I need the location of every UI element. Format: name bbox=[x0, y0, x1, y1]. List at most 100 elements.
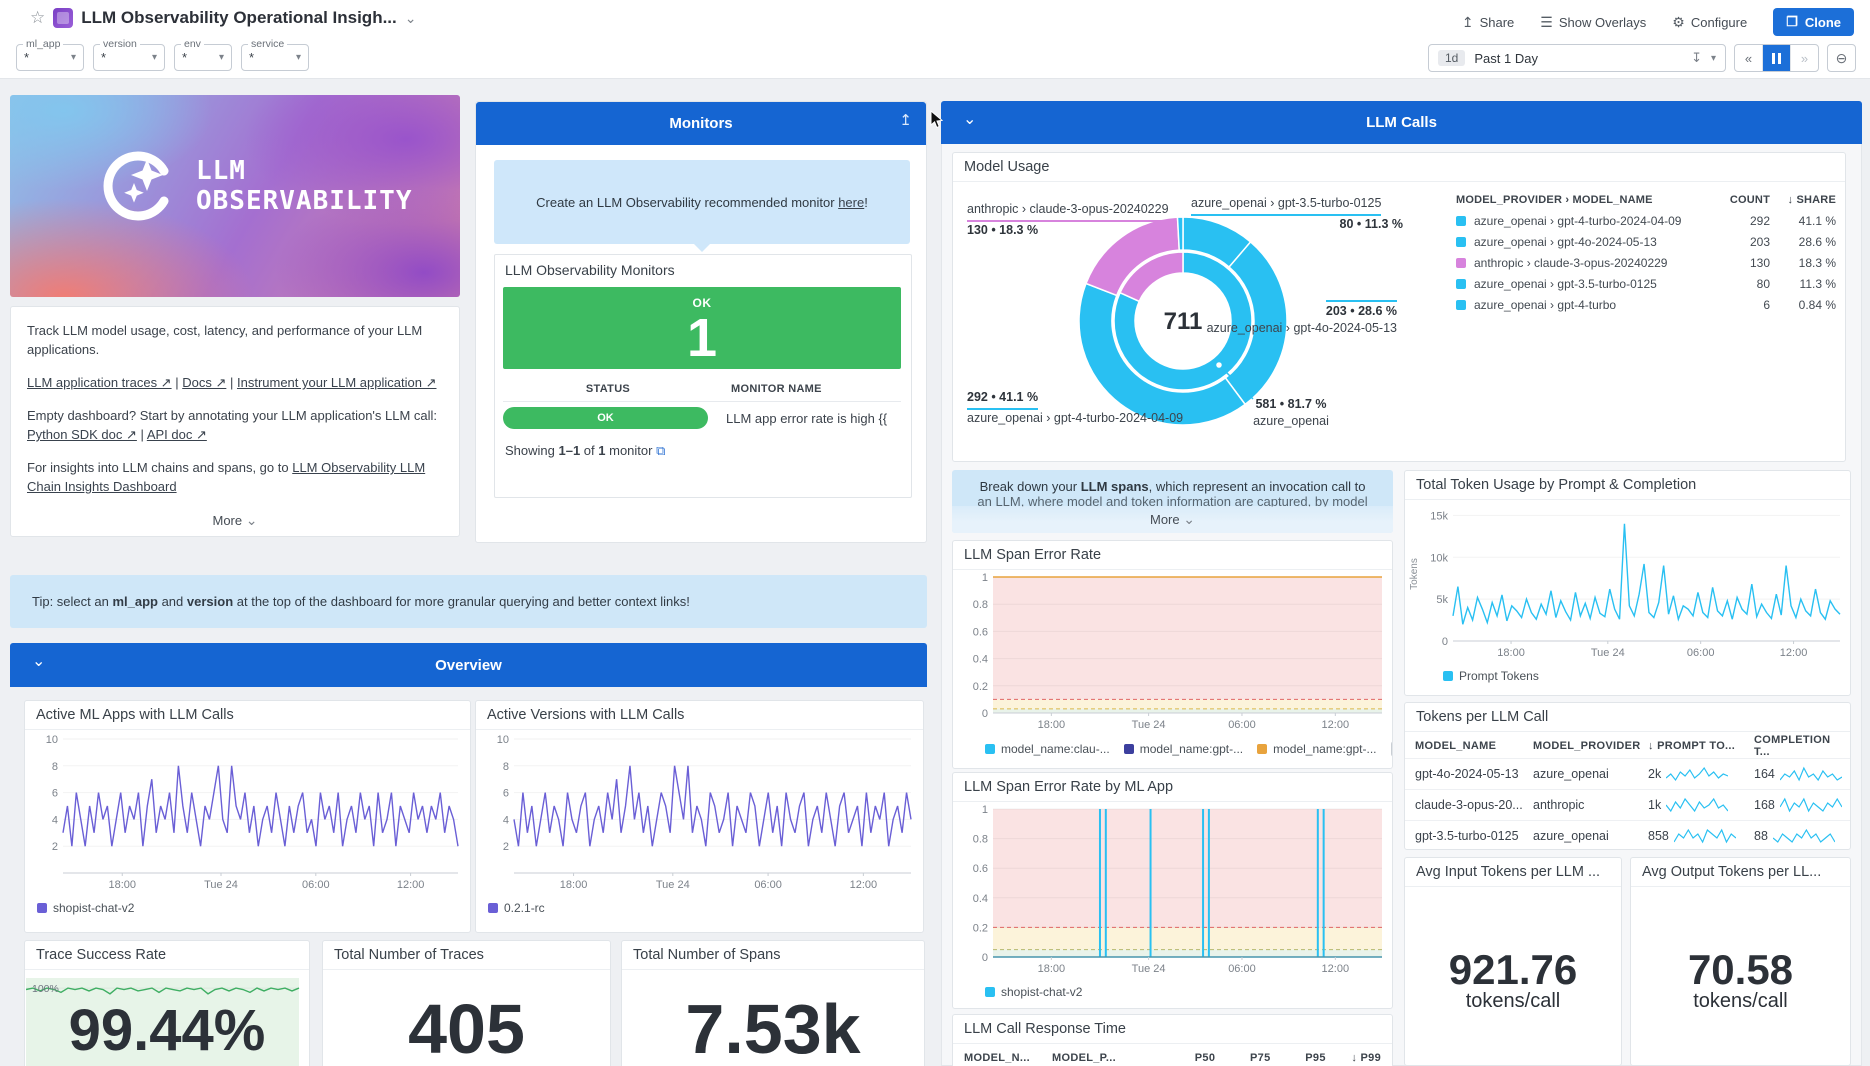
legend-swatch bbox=[1124, 744, 1134, 754]
svg-text:06:00: 06:00 bbox=[754, 879, 782, 891]
sparkline bbox=[1780, 766, 1842, 782]
widget-title: Total Number of Spans bbox=[622, 941, 924, 970]
widget-title: Active Versions with LLM Calls bbox=[476, 701, 923, 730]
monitor-name[interactable]: LLM app error rate is high {{ bbox=[708, 411, 887, 426]
svg-text:0.8: 0.8 bbox=[973, 599, 988, 611]
banner-more-button[interactable]: More ⌄ bbox=[952, 506, 1393, 533]
svg-text:06:00: 06:00 bbox=[1687, 647, 1715, 659]
about-card: Track LLM model usage, cost, latency, an… bbox=[10, 306, 460, 537]
table-row[interactable]: gpt-4o-2024-05-13 azure_openai 2k 164 bbox=[1405, 758, 1850, 789]
svg-text:12:00: 12:00 bbox=[850, 879, 878, 891]
table-row[interactable]: claude-3-opus-20... anthropic 1k 168 bbox=[1405, 789, 1850, 820]
model-usage-legend: MODEL_PROVIDER › MODEL_NAME COUNT ↓ SHAR… bbox=[1456, 189, 1836, 315]
collapse-chevron-icon[interactable]: ⌄ bbox=[963, 109, 976, 129]
legend-row[interactable]: azure_openai › gpt-3.5-turbo-0125 80 11.… bbox=[1456, 273, 1836, 294]
share-button[interactable]: ↥ Share bbox=[1462, 14, 1514, 31]
legend-swatch bbox=[1456, 258, 1466, 268]
chart-legend[interactable]: 0.2.1-rc bbox=[488, 901, 545, 915]
legend-swatch bbox=[985, 744, 995, 754]
caret-down-icon[interactable]: ▾ bbox=[1711, 53, 1716, 64]
legend-more-chip[interactable]: +2 bbox=[1391, 741, 1393, 757]
configure-button[interactable]: ⚙ Configure bbox=[1672, 14, 1747, 31]
var-version-select[interactable]: version * ▾ bbox=[93, 44, 165, 71]
time-range-label: Past 1 Day bbox=[1474, 51, 1682, 66]
svg-text:0.8: 0.8 bbox=[973, 834, 988, 846]
var-env-select[interactable]: env * ▾ bbox=[174, 44, 232, 71]
legend-row[interactable]: anthropic › claude-3-opus-20240229 130 1… bbox=[1456, 252, 1836, 273]
span-error-by-ml-app-chart[interactable]: 10.80.60.40.2018:00Tue 2406:0012:00 bbox=[955, 801, 1392, 977]
link-instrument-application[interactable]: Instrument your LLM application ↗ bbox=[237, 375, 437, 390]
widget-title: LLM Call Response Time bbox=[953, 1015, 1392, 1044]
dashboard-page: ☆ LLM Observability Operational Insigh..… bbox=[0, 0, 1870, 1066]
favorite-star-icon[interactable]: ☆ bbox=[30, 8, 45, 28]
svg-text:Tue 24: Tue 24 bbox=[1132, 963, 1166, 975]
active-versions-widget: Active Versions with LLM Calls 10864218:… bbox=[475, 700, 924, 933]
zoom-out-button[interactable]: ⊖ bbox=[1827, 44, 1856, 72]
token-usage-widget: Total Token Usage by Prompt & Completion… bbox=[1404, 470, 1851, 696]
monitor-row[interactable]: OK LLM app error rate is high {{ bbox=[503, 407, 901, 429]
link-llm-application-traces[interactable]: LLM application traces ↗ bbox=[27, 375, 172, 390]
sort-desc-icon: ↓ bbox=[1351, 1052, 1357, 1064]
overview-group-header[interactable]: ⌄ Overview bbox=[10, 643, 927, 687]
sparkline bbox=[1780, 797, 1842, 813]
chart-legend[interactable]: shopist-chat-v2 bbox=[37, 901, 134, 915]
svg-text:12:00: 12:00 bbox=[1322, 719, 1350, 731]
pin-icon[interactable]: ↧ bbox=[1691, 50, 1702, 66]
svg-text:2: 2 bbox=[52, 841, 58, 853]
share-icon: ↥ bbox=[1462, 14, 1474, 31]
var-ml-app-select[interactable]: ml_app * ▾ bbox=[16, 44, 84, 71]
external-link-icon[interactable]: ⧉ bbox=[656, 443, 665, 458]
total-spans-value: 7.53k bbox=[622, 989, 924, 1066]
about-text: Track LLM model usage, cost, latency, an… bbox=[11, 307, 459, 524]
svg-text:18:00: 18:00 bbox=[1497, 647, 1525, 659]
sparkline bbox=[1674, 828, 1736, 844]
time-range-picker[interactable]: 1d Past 1 Day ↧ ▾ bbox=[1428, 44, 1726, 72]
link-python-sdk-doc[interactable]: Python SDK doc ↗ bbox=[27, 427, 137, 442]
link-docs[interactable]: Docs ↗ bbox=[182, 375, 226, 390]
show-overlays-button[interactable]: ☰ Show Overlays bbox=[1540, 14, 1646, 31]
avg-input-tokens-widget: Avg Input Tokens per LLM ... 921.76 toke… bbox=[1404, 857, 1622, 1066]
page-title[interactable]: LLM Observability Operational Insigh... bbox=[81, 8, 397, 28]
legend-swatch bbox=[488, 903, 498, 913]
time-controls: 1d Past 1 Day ↧ ▾ « » ⊖ bbox=[1428, 44, 1856, 72]
svg-text:15k: 15k bbox=[1430, 510, 1448, 522]
legend-header[interactable]: MODEL_PROVIDER › MODEL_NAME COUNT ↓ SHAR… bbox=[1456, 189, 1836, 210]
title-chevron-down-icon[interactable]: ⌄ bbox=[405, 13, 417, 23]
monitor-ok-block[interactable]: OK 1 bbox=[503, 287, 901, 369]
legend-row[interactable]: azure_openai › gpt-4o-2024-05-13 203 28.… bbox=[1456, 231, 1836, 252]
legend-row[interactable]: azure_openai › gpt-4-turbo 6 0.84 % bbox=[1456, 294, 1836, 315]
active-ml-apps-chart[interactable]: 10864218:00Tue 2406:0012:00 bbox=[29, 731, 468, 893]
time-forward-button[interactable]: » bbox=[1791, 45, 1818, 71]
status-badge: OK bbox=[503, 407, 708, 429]
chart-legend[interactable]: model_name:clau-... model_name:gpt-... m… bbox=[985, 741, 1393, 757]
total-traces-value: 405 bbox=[323, 989, 610, 1066]
chart-legend[interactable]: Prompt Tokens bbox=[1443, 669, 1539, 683]
legend-row[interactable]: azure_openai › gpt-4-turbo-2024-04-09 29… bbox=[1456, 210, 1836, 231]
monitor-table-header: STATUS MONITOR NAME bbox=[503, 377, 901, 402]
llm-calls-group-header[interactable]: ⌄ LLM Calls bbox=[941, 101, 1862, 144]
svg-text:8: 8 bbox=[52, 761, 58, 773]
clone-button[interactable]: ❐ Clone bbox=[1773, 8, 1854, 36]
link-api-doc[interactable]: API doc ↗ bbox=[147, 427, 207, 442]
pause-button[interactable] bbox=[1763, 45, 1791, 71]
token-usage-chart[interactable]: 15k10k5k018:00Tue 2406:0012:00Tokens bbox=[1407, 499, 1850, 661]
var-service-select[interactable]: service * ▾ bbox=[241, 44, 309, 71]
sparkline bbox=[1773, 828, 1835, 844]
table-row[interactable]: gpt-3.5-turbo-0125 azure_openai 858 88 bbox=[1405, 820, 1850, 850]
monitor-count-footer: Showing 1–1 of 1 monitor ⧉ bbox=[505, 443, 665, 459]
active-ml-apps-widget: Active ML Apps with LLM Calls 10864218:0… bbox=[24, 700, 471, 933]
active-versions-chart[interactable]: 10864218:00Tue 2406:0012:00 bbox=[480, 731, 921, 893]
about-more-button[interactable]: More ⌄ bbox=[12, 505, 458, 535]
svg-text:0.6: 0.6 bbox=[973, 863, 988, 875]
export-icon[interactable]: ↥ bbox=[899, 111, 912, 129]
svg-text:18:00: 18:00 bbox=[1038, 963, 1066, 975]
legend-swatch bbox=[1456, 279, 1466, 289]
monitors-header[interactable]: Monitors ↥ bbox=[476, 102, 926, 145]
time-back-button[interactable]: « bbox=[1735, 45, 1763, 71]
link-here[interactable]: here bbox=[838, 195, 864, 210]
chart-legend[interactable]: shopist-chat-v2 bbox=[985, 985, 1082, 999]
caret-down-icon: ▾ bbox=[296, 52, 301, 63]
title-row: ☆ LLM Observability Operational Insigh..… bbox=[30, 8, 416, 28]
span-error-rate-chart[interactable]: 10.80.60.40.2018:00Tue 2406:0012:00 bbox=[955, 569, 1392, 733]
collapse-chevron-icon[interactable]: ⌄ bbox=[32, 651, 45, 671]
